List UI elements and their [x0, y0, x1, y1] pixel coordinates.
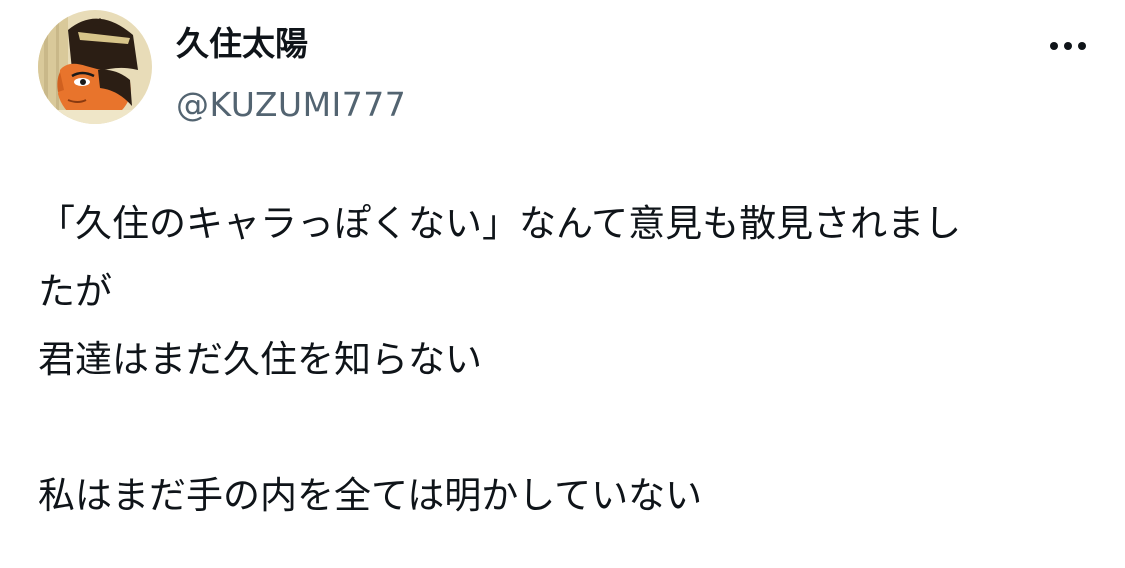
tweet-text-line: 「久住のキャラっぽくない」なんて意見も散見されまし [38, 202, 962, 245]
tweet-card: 久住太陽 @KUZUMI777 「久住のキャラっぽくない」なんて意見も散見されま… [0, 0, 1125, 568]
tweet-text-line: たが [38, 270, 112, 313]
tweet-text-line: 私はまだ手の内を全ては明かしていない [38, 474, 703, 517]
tweet-text-blank-line [38, 394, 1098, 462]
more-horizontal-icon [1050, 42, 1086, 50]
avatar-image [38, 10, 152, 124]
author-display-name[interactable]: 久住太陽 [176, 24, 406, 64]
author-names: 久住太陽 @KUZUMI777 [176, 24, 406, 126]
tweet-text-line: 君達はまだ久住を知らない [38, 338, 482, 381]
more-options-button[interactable] [1038, 26, 1098, 66]
profile-avatar-icon[interactable] [38, 10, 152, 124]
author-handle[interactable]: @KUZUMI777 [176, 84, 406, 126]
tweet-text: 「久住のキャラっぽくない」なんて意見も散見されまし たが 君達はまだ久住を知らな… [38, 190, 1098, 530]
tweet-header: 久住太陽 @KUZUMI777 [38, 10, 1098, 128]
